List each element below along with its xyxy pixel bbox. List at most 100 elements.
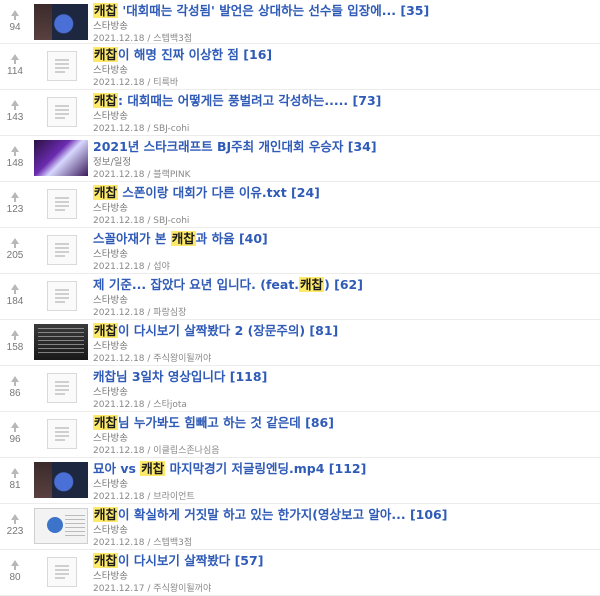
vote-widget[interactable]: 114	[0, 44, 30, 77]
post-title[interactable]: 캐찹이 해명 진짜 이상한 점 [16]	[93, 46, 596, 64]
post-category[interactable]: 스타방송	[93, 202, 596, 215]
vote-widget[interactable]: 123	[0, 182, 30, 215]
post-title[interactable]: 캐찹이 확실하게 거짓말 하고 있는 한가지(영상보고 알아... [106]	[93, 506, 596, 524]
list-item[interactable]: 86 캐찹님 3일차 영상입니다 [118] 스타방송 2021.12.18 /…	[0, 366, 600, 412]
post-title[interactable]: 캐찹이 다시보기 살짝봤다 [57]	[93, 552, 596, 570]
upvote-arrow-icon[interactable]	[11, 10, 19, 20]
post-category[interactable]: 정보/일정	[93, 156, 596, 169]
title-highlight: 캐찹	[140, 461, 166, 476]
comment-count[interactable]: [118]	[230, 369, 268, 384]
upvote-arrow-icon[interactable]	[11, 100, 19, 110]
comment-count[interactable]: [24]	[291, 185, 320, 200]
upvote-arrow-icon[interactable]	[11, 192, 19, 202]
vote-widget[interactable]: 205	[0, 228, 30, 261]
post-thumbnail[interactable]	[47, 235, 77, 265]
list-item[interactable]: 123 캐찹 스폰이랑 대회가 다른 이유.txt [24] 스타방송 2021…	[0, 182, 600, 228]
post-thumbnail[interactable]	[47, 557, 77, 587]
post-thumbnail[interactable]	[47, 373, 77, 403]
list-item[interactable]: 148 2021년 스타크래프트 BJ주최 개인대회 우승자 [34] 정보/일…	[0, 136, 600, 182]
comment-count[interactable]: [40]	[239, 231, 268, 246]
post-thumbnail[interactable]	[34, 462, 88, 498]
comment-count[interactable]: [16]	[243, 47, 272, 62]
upvote-arrow-icon[interactable]	[11, 238, 19, 248]
post-title[interactable]: 캐찹님 누가봐도 힘빼고 하는 것 같은데 [86]	[93, 414, 596, 432]
vote-widget[interactable]: 80	[0, 550, 30, 583]
post-category[interactable]: 스타방송	[93, 570, 596, 583]
post-thumbnail[interactable]	[47, 97, 77, 127]
title-text-pre: 묘아 vs	[93, 461, 141, 476]
list-item[interactable]: 158 캐찹이 다시보기 살짝봤다 2 (장문주의) [81] 스타방송 202…	[0, 320, 600, 366]
title-text-pre: 제 기준... 잡았다 요년 입니다. (feat.	[93, 277, 300, 292]
list-item[interactable]: 143 캐찹: 대회때는 어떻게든 풍벌려고 각성하는..... [73] 스타…	[0, 90, 600, 136]
comment-count[interactable]: [106]	[410, 507, 448, 522]
post-title[interactable]: 캐찹 '대회때는 각성됨' 발언은 상대하는 선수들 입장에... [35]	[93, 2, 596, 20]
post-category[interactable]: 스타방송	[93, 524, 596, 537]
post-title[interactable]: 제 기준... 잡았다 요년 입니다. (feat.캐찹) [62]	[93, 276, 596, 294]
upvote-arrow-icon[interactable]	[11, 560, 19, 570]
list-item[interactable]: 80 캐찹이 다시보기 살짝봤다 [57] 스타방송 2021.12.17 / …	[0, 550, 600, 596]
upvote-arrow-icon[interactable]	[11, 468, 19, 478]
vote-widget[interactable]: 148	[0, 136, 30, 169]
title-text-post: 이 다시보기 살짝봤다	[118, 553, 231, 568]
list-item[interactable]: 205 스꼴아재가 본 캐찹과 하윰 [40] 스타방송 2021.12.18 …	[0, 228, 600, 274]
comment-count[interactable]: [57]	[235, 553, 264, 568]
post-thumbnail[interactable]	[34, 508, 88, 544]
upvote-arrow-icon[interactable]	[11, 422, 19, 432]
post-category[interactable]: 스타방송	[93, 110, 596, 123]
upvote-arrow-icon[interactable]	[11, 330, 19, 340]
post-category[interactable]: 스타방송	[93, 64, 596, 77]
list-item[interactable]: 184 제 기준... 잡았다 요년 입니다. (feat.캐찹) [62] 스…	[0, 274, 600, 320]
list-item[interactable]: 81 묘아 vs 캐찹 마지막경기 저글링엔딩.mp4 [112] 스타방송 2…	[0, 458, 600, 504]
vote-count: 223	[6, 526, 24, 537]
post-category[interactable]: 스타방송	[93, 340, 596, 353]
post-thumbnail[interactable]	[47, 189, 77, 219]
post-title[interactable]: 묘아 vs 캐찹 마지막경기 저글링엔딩.mp4 [112]	[93, 460, 596, 478]
title-highlight: 캐찹	[93, 553, 119, 568]
post-thumbnail[interactable]	[47, 51, 77, 81]
comment-count[interactable]: [73]	[353, 93, 382, 108]
vote-widget[interactable]: 143	[0, 90, 30, 123]
comment-count[interactable]: [35]	[400, 3, 429, 18]
upvote-arrow-icon[interactable]	[11, 514, 19, 524]
upvote-arrow-icon[interactable]	[11, 284, 19, 294]
list-item[interactable]: 94 캐찹 '대회때는 각성됨' 발언은 상대하는 선수들 입장에... [35…	[0, 0, 600, 44]
title-text-post: 이 확실하게 거짓말 하고 있는 한가지(영상보고 알아...	[118, 507, 406, 522]
list-item[interactable]: 96 캐찹님 누가봐도 힘빼고 하는 것 같은데 [86] 스타방송 2021.…	[0, 412, 600, 458]
post-title[interactable]: 캐찹이 다시보기 살짝봤다 2 (장문주의) [81]	[93, 322, 596, 340]
post-thumbnail[interactable]	[34, 4, 88, 40]
vote-count: 94	[9, 22, 21, 33]
post-category[interactable]: 스타방송	[93, 386, 596, 399]
upvote-arrow-icon[interactable]	[11, 146, 19, 156]
post-thumbnail[interactable]	[47, 281, 77, 311]
post-category[interactable]: 스타방송	[93, 294, 596, 307]
vote-widget[interactable]: 184	[0, 274, 30, 307]
post-thumbnail[interactable]	[47, 419, 77, 449]
post-title[interactable]: 캐찹님 3일차 영상입니다 [118]	[93, 368, 596, 386]
comment-count[interactable]: [81]	[309, 323, 338, 338]
vote-widget[interactable]: 223	[0, 504, 30, 537]
vote-count: 96	[9, 434, 21, 445]
list-item[interactable]: 223 캐찹이 확실하게 거짓말 하고 있는 한가지(영상보고 알아... [1…	[0, 504, 600, 550]
list-item[interactable]: 114 캐찹이 해명 진짜 이상한 점 [16] 스타방송 2021.12.18…	[0, 44, 600, 90]
comment-count[interactable]: [112]	[329, 461, 367, 476]
post-category[interactable]: 스타방송	[93, 432, 596, 445]
comment-count[interactable]: [34]	[348, 139, 377, 154]
post-title[interactable]: 2021년 스타크래프트 BJ주최 개인대회 우승자 [34]	[93, 138, 596, 156]
vote-widget[interactable]: 158	[0, 320, 30, 353]
post-thumbnail[interactable]	[34, 324, 88, 360]
comment-count[interactable]: [62]	[334, 277, 363, 292]
post-thumbnail[interactable]	[34, 140, 88, 176]
post-category[interactable]: 스타방송	[93, 20, 596, 33]
upvote-arrow-icon[interactable]	[11, 376, 19, 386]
upvote-arrow-icon[interactable]	[11, 54, 19, 64]
post-title[interactable]: 스꼴아재가 본 캐찹과 하윰 [40]	[93, 230, 596, 248]
post-category[interactable]: 스타방송	[93, 478, 596, 491]
vote-widget[interactable]: 81	[0, 458, 30, 491]
post-title[interactable]: 캐찹: 대회때는 어떻게든 풍벌려고 각성하는..... [73]	[93, 92, 596, 110]
post-category[interactable]: 스타방송	[93, 248, 596, 261]
comment-count[interactable]: [86]	[305, 415, 334, 430]
vote-widget[interactable]: 94	[0, 0, 30, 33]
post-title[interactable]: 캐찹 스폰이랑 대회가 다른 이유.txt [24]	[93, 184, 596, 202]
vote-widget[interactable]: 96	[0, 412, 30, 445]
vote-widget[interactable]: 86	[0, 366, 30, 399]
